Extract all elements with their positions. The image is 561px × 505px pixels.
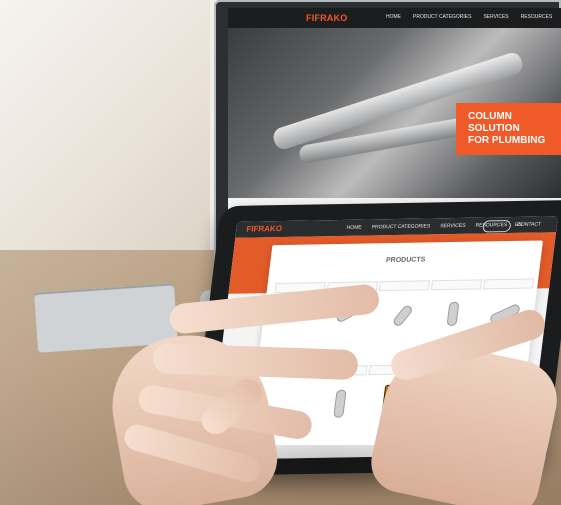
tablet-nav-item-products[interactable]: PRODUCT CATEGORIES xyxy=(371,223,430,230)
cross-fitting-icon xyxy=(333,389,347,418)
product-tag xyxy=(430,279,483,291)
laptop-banner-line-1: COLUMN SOLUTION xyxy=(468,111,520,134)
tablet-language-switch[interactable]: EN xyxy=(515,222,523,228)
tablet-nav-item-services[interactable]: SERVICES xyxy=(440,223,466,229)
tablet-nav-item-home[interactable]: HOME xyxy=(346,225,362,231)
product-label xyxy=(378,293,428,294)
product-tag xyxy=(378,280,431,292)
laptop-hero-banner: COLUMN SOLUTION FOR PLUMBING xyxy=(456,103,561,155)
tablet-nav-search-pill[interactable] xyxy=(481,220,512,233)
laptop-site-logo[interactable]: FIFRAKO xyxy=(306,13,347,23)
laptop-menu-item-services[interactable]: SERVICES xyxy=(483,14,508,20)
laptop-site-nav: FIFRAKO HOME PRODUCT CATEGORIES SERVICES… xyxy=(228,8,561,28)
left-hand xyxy=(95,265,381,505)
tablet-nav-items: HOME PRODUCT CATEGORIES SERVICES RESOURC… xyxy=(346,222,541,231)
laptop-site-menu: HOME PRODUCT CATEGORIES SERVICES RESOURC… xyxy=(386,14,561,20)
right-hand xyxy=(365,306,561,505)
laptop-menu-item-products[interactable]: PRODUCT CATEGORIES xyxy=(413,14,471,20)
laptop-menu-item-home[interactable]: HOME xyxy=(386,14,401,20)
laptop-menu-item-resources[interactable]: RESOURCES xyxy=(521,14,553,20)
photo-scene: FIFRAKO HOME PRODUCT CATEGORIES SERVICES… xyxy=(0,0,561,505)
product-tag xyxy=(483,278,535,290)
product-label xyxy=(483,291,533,292)
laptop-banner-line-2: FOR PLUMBING xyxy=(468,135,546,146)
product-label xyxy=(431,292,481,293)
tablet-site-logo[interactable]: FIFRAKO xyxy=(246,224,283,234)
laptop-screen: FIFRAKO HOME PRODUCT CATEGORIES SERVICES… xyxy=(228,8,561,218)
